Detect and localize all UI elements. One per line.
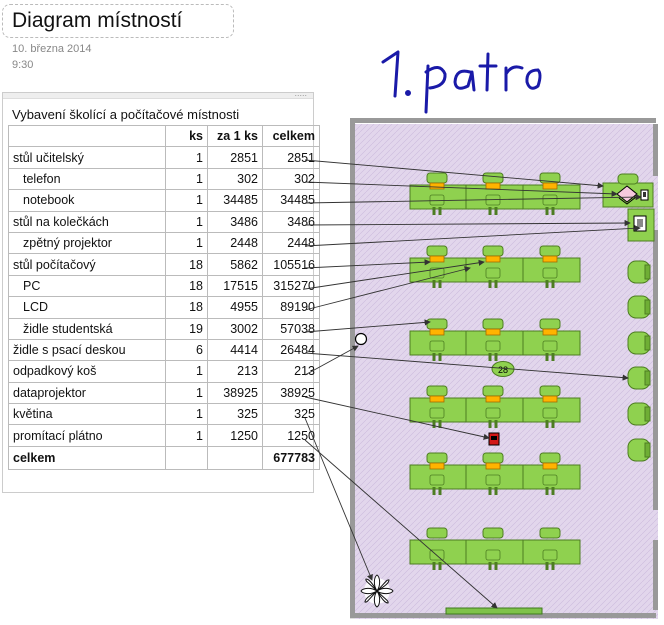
student-chair	[539, 318, 561, 330]
monitor-icon	[485, 395, 501, 403]
monitor-icon	[542, 255, 558, 263]
writing-desk-chair	[627, 366, 651, 390]
desk-row	[409, 245, 581, 288]
monitor-icon	[542, 328, 558, 336]
desk-row	[409, 385, 581, 428]
student-chair	[426, 385, 448, 397]
student-chair	[482, 172, 504, 184]
monitor-icon	[485, 462, 501, 470]
student-chair	[482, 318, 504, 330]
writing-desk-chair	[627, 260, 651, 284]
writing-desk-chair	[627, 438, 651, 462]
student-chair	[539, 452, 561, 464]
writing-desk-chair	[627, 295, 651, 319]
writing-desk-chair	[627, 331, 651, 355]
monitor-icon	[429, 328, 445, 336]
teacher-chair	[617, 173, 639, 185]
monitor-icon	[485, 255, 501, 263]
student-chair	[482, 385, 504, 397]
monitor-icon	[429, 462, 445, 470]
monitor-icon	[429, 395, 445, 403]
student-chair	[426, 452, 448, 464]
monitor-icon	[485, 182, 501, 190]
projector-icon	[488, 432, 500, 446]
student-chair	[539, 527, 561, 539]
rolling-desk	[627, 208, 655, 242]
projection-screen	[445, 607, 543, 615]
student-chair	[426, 527, 448, 539]
student-chair	[482, 452, 504, 464]
desk-row	[409, 172, 581, 215]
desk-row	[409, 452, 581, 495]
desk-row	[409, 318, 581, 361]
writing-desk-chair	[627, 402, 651, 426]
monitor-icon	[542, 395, 558, 403]
student-chair	[539, 245, 561, 257]
telephone-icon	[640, 189, 649, 201]
plant-icon	[360, 574, 394, 608]
floor-plan: 28	[304, 118, 658, 619]
student-chair	[482, 527, 504, 539]
student-chair	[426, 172, 448, 184]
monitor-icon	[542, 462, 558, 470]
desk-row	[409, 527, 581, 570]
waste-bin-icon	[354, 332, 368, 346]
monitor-icon	[542, 182, 558, 190]
student-chair	[426, 245, 448, 257]
student-chair	[539, 385, 561, 397]
student-chair	[426, 318, 448, 330]
monitor-icon	[485, 328, 501, 336]
student-chair	[482, 245, 504, 257]
svg-text:28: 28	[498, 365, 508, 375]
monitor-icon	[429, 255, 445, 263]
monitor-icon	[429, 182, 445, 190]
